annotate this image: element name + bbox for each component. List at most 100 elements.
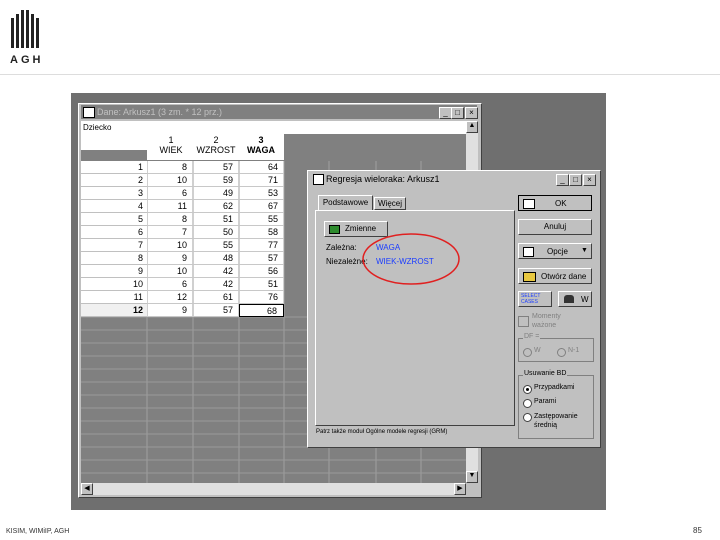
table-cell[interactable]: 77: [239, 239, 284, 252]
dialog-close-button[interactable]: ×: [583, 174, 596, 186]
dialog-minimize-button[interactable]: _: [556, 174, 569, 186]
table-cell[interactable]: 50: [193, 226, 239, 239]
scroll-left-button[interactable]: ◀: [81, 483, 93, 495]
column-name: WAGA: [247, 145, 275, 155]
df-radio-n1[interactable]: [557, 348, 566, 357]
df-group: DF = W N-1: [518, 333, 594, 362]
row-header[interactable]: 12: [81, 304, 147, 317]
table-cell[interactable]: 10: [147, 239, 193, 252]
row-header[interactable]: 1: [81, 161, 147, 174]
row-header[interactable]: 3: [81, 187, 147, 200]
tab-wiecej[interactable]: Więcej: [374, 197, 406, 210]
table-cell[interactable]: 55: [193, 239, 239, 252]
moments-checkbox[interactable]: [518, 316, 529, 327]
column-header-1[interactable]: 1 WIEK: [149, 135, 193, 155]
dependent-label: Zależna:: [326, 243, 357, 252]
table-cell[interactable]: 61: [193, 291, 239, 304]
row-header[interactable]: 11: [81, 291, 147, 304]
table-cell[interactable]: 7: [147, 226, 193, 239]
column-name: WZROST: [196, 145, 236, 155]
row-header[interactable]: 4: [81, 200, 147, 213]
table-cell[interactable]: 67: [239, 200, 284, 213]
column-header-2[interactable]: 2 WZROST: [193, 135, 239, 155]
cancel-button[interactable]: Anuluj: [518, 219, 592, 235]
spreadsheet-titlebar[interactable]: Dane: Arkusz1 (3 zm. * 12 prz.) _ □ ×: [81, 105, 478, 119]
table-cell[interactable]: 55: [239, 213, 284, 226]
row-header[interactable]: 8: [81, 252, 147, 265]
dialog-titlebar[interactable]: Regresja wieloraka: Arkusz1 _ □ ×: [310, 172, 596, 186]
table-cell[interactable]: 42: [193, 278, 239, 291]
weights-button-label: W: [581, 295, 589, 304]
table-cell[interactable]: 59: [193, 174, 239, 187]
logo-text: AGH: [10, 54, 44, 66]
horizontal-scrollbar[interactable]: ◀ ▶: [81, 483, 466, 495]
row-header[interactable]: 10: [81, 278, 147, 291]
options-icon: [523, 247, 534, 257]
radio-dot: [526, 388, 529, 391]
scroll-up-button[interactable]: ▲: [466, 121, 478, 133]
table-cell[interactable]: 62: [193, 200, 239, 213]
tab-podstawowe[interactable]: Podstawowe: [318, 195, 373, 210]
open-data-button-label: Otwórz dane: [541, 272, 587, 281]
md-radio-mean[interactable]: [523, 413, 532, 422]
md-radio-cases[interactable]: [523, 385, 532, 394]
table-cell[interactable]: 10: [147, 265, 193, 278]
scroll-down-button[interactable]: ▼: [466, 471, 478, 483]
weight-icon: [564, 295, 574, 303]
md-radio-pairs[interactable]: [523, 399, 532, 408]
table-cell[interactable]: 57: [239, 252, 284, 265]
header-divider: [0, 74, 720, 75]
table-cell[interactable]: 68: [239, 304, 284, 317]
table-cell[interactable]: 42: [193, 265, 239, 278]
row-header[interactable]: 9: [81, 265, 147, 278]
annotation-ellipse: [362, 233, 460, 285]
row-header[interactable]: 5: [81, 213, 147, 226]
maximize-button[interactable]: □: [451, 107, 464, 119]
table-cell[interactable]: 49: [193, 187, 239, 200]
table-cell[interactable]: 53: [239, 187, 284, 200]
row-header[interactable]: 6: [81, 226, 147, 239]
ok-button[interactable]: OK: [518, 195, 592, 211]
open-data-button[interactable]: Otwórz dane: [518, 268, 592, 284]
row-header[interactable]: 2: [81, 174, 147, 187]
table-cell[interactable]: 9: [147, 304, 193, 317]
footer-source: KISIM, WIMiIP, AGH: [6, 528, 70, 535]
table-cell[interactable]: 6: [147, 187, 193, 200]
table-cell[interactable]: 57: [193, 161, 239, 174]
table-cell[interactable]: 10: [147, 174, 193, 187]
table-cell[interactable]: 56: [239, 265, 284, 278]
table-cell[interactable]: 64: [239, 161, 284, 174]
df-group-label: DF =: [523, 333, 541, 340]
column-header-strip: [147, 121, 466, 134]
table-cell[interactable]: 8: [147, 213, 193, 226]
table-cell[interactable]: 12: [147, 291, 193, 304]
table-cell[interactable]: 48: [193, 252, 239, 265]
moments-label: Momenty ważone: [532, 313, 561, 329]
dialog-title: Regresja wieloraka: Arkusz1: [326, 174, 440, 184]
df-option-w: W: [534, 347, 541, 354]
weights-button[interactable]: W: [558, 291, 592, 307]
spreadsheet-title: Dane: Arkusz1 (3 zm. * 12 prz.): [97, 107, 223, 117]
table-cell[interactable]: 57: [193, 304, 239, 317]
scroll-right-button[interactable]: ▶: [454, 483, 466, 495]
dialog-maximize-button[interactable]: □: [569, 174, 582, 186]
options-button[interactable]: Opcje ▼: [518, 243, 592, 259]
regression-dialog: Regresja wieloraka: Arkusz1 _ □ × Podsta…: [307, 170, 601, 448]
spreadsheet-grid-icon: [83, 107, 95, 118]
ok-button-label: OK: [555, 199, 567, 208]
table-cell[interactable]: 9: [147, 252, 193, 265]
table-cell[interactable]: 51: [193, 213, 239, 226]
column-header-3[interactable]: 3 WAGA: [239, 135, 283, 155]
row-header[interactable]: 7: [81, 239, 147, 252]
table-cell[interactable]: 71: [239, 174, 284, 187]
table-cell[interactable]: 51: [239, 278, 284, 291]
table-cell[interactable]: 8: [147, 161, 193, 174]
select-cases-button[interactable]: SELECT CASES: [518, 291, 552, 307]
df-radio-w[interactable]: [523, 348, 532, 357]
table-cell[interactable]: 11: [147, 200, 193, 213]
table-cell[interactable]: 6: [147, 278, 193, 291]
table-cell[interactable]: 76: [239, 291, 284, 304]
chevron-down-icon: ▼: [581, 247, 588, 254]
table-cell[interactable]: 58: [239, 226, 284, 239]
close-button[interactable]: ×: [465, 107, 478, 119]
